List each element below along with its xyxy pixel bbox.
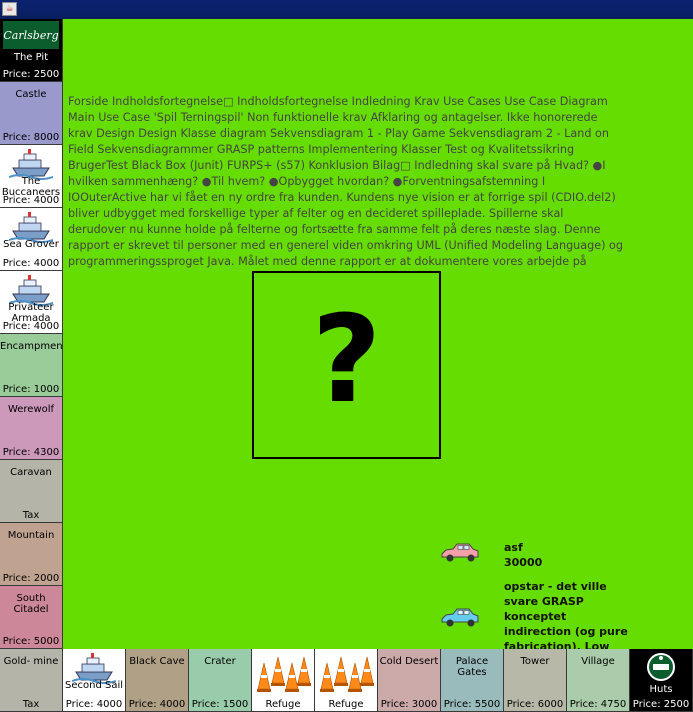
bottom-field-7[interactable]: Palace Gates Price: 5500 xyxy=(441,649,504,712)
bottom-field-8[interactable]: Tower Price: 6000 xyxy=(504,649,567,712)
field-price: Price: 4000 xyxy=(2,321,60,332)
field-name: Caravan xyxy=(10,467,52,478)
field-name: Second Sail xyxy=(64,680,123,691)
field-name: South Citadel xyxy=(13,593,49,615)
bottom-field-4[interactable]: Refuge xyxy=(252,649,315,712)
player-1-balance: 30000 xyxy=(504,556,543,569)
left-field-0[interactable]: Carlsberg The Pit Price: 2500 xyxy=(0,19,63,82)
field-name: Werewolf xyxy=(7,404,55,415)
field-name: Huts xyxy=(649,684,673,695)
field-price: Price: 4000 xyxy=(2,195,60,206)
field-name: Encampment xyxy=(0,341,63,352)
traffic-cones-icon xyxy=(254,653,312,696)
field-price: Price: 2000 xyxy=(2,573,60,584)
field-name: Palace Gates xyxy=(455,656,489,678)
tuborg-logo xyxy=(646,652,676,685)
field-price: Price: 4750 xyxy=(569,699,627,710)
description-text: Forside Indholdsfortegnelse□ Indholdsfor… xyxy=(68,95,623,268)
left-field-1[interactable]: Castle Price: 8000 xyxy=(0,82,63,145)
field-name: Cold Desert xyxy=(379,656,439,667)
bottom-field-10[interactable]: Huts Price: 2500 xyxy=(630,649,693,712)
bottom-field-0[interactable]: Gold- mine Tax xyxy=(0,649,63,712)
bottom-field-3[interactable]: Crater Price: 1500 xyxy=(189,649,252,712)
game-board: Forside Indholdsfortegnelse□ Indholdsfor… xyxy=(0,19,693,712)
left-field-5[interactable]: Encampment Price: 1000 xyxy=(0,334,63,397)
field-price: Price: 1500 xyxy=(191,699,249,710)
field-name: Village xyxy=(581,656,615,667)
left-field-6[interactable]: Werewolf Price: 4300 xyxy=(0,397,63,460)
field-name: Castle xyxy=(15,89,47,100)
field-price: Price: 5000 xyxy=(2,636,60,647)
field-price: Price: 8000 xyxy=(2,132,60,143)
field-price: Price: 2500 xyxy=(632,699,690,710)
field-name: Gold- mine xyxy=(3,656,59,667)
bottom-field-1[interactable]: Second Sail Price: 4000 xyxy=(63,649,126,712)
left-field-2[interactable]: The Buccaneers Price: 4000 xyxy=(0,145,63,208)
carlsberg-logo: Carlsberg xyxy=(3,21,59,52)
player-1-name: asf xyxy=(504,541,523,554)
left-field-3[interactable]: Sea Grover Price: 4000 xyxy=(0,208,63,271)
left-field-4[interactable]: Privateer Armada Price: 4000 xyxy=(0,271,63,334)
field-price: Price: 5500 xyxy=(443,699,501,710)
question-mark: ? xyxy=(311,291,382,430)
field-price: Price: 4300 xyxy=(2,447,60,458)
bottom-field-9[interactable]: Village Price: 4750 xyxy=(567,649,630,712)
java-icon[interactable]: ☕ xyxy=(2,2,17,16)
bottom-field-5[interactable]: Refuge xyxy=(315,649,378,712)
chance-card[interactable]: ? xyxy=(252,271,441,459)
field-name: The Pit xyxy=(13,52,49,63)
field-name: Refuge xyxy=(328,699,364,710)
traffic-cones-icon xyxy=(317,653,375,696)
field-price: Price: 4000 xyxy=(128,699,186,710)
field-price: Tax xyxy=(22,510,40,521)
field-name: Sea Grover xyxy=(3,239,59,250)
bottom-field-2[interactable]: Black Cave Price: 4000 xyxy=(126,649,189,712)
player-2-name: opstar - det ville svare GRASP konceptet… xyxy=(504,580,628,650)
left-field-8[interactable]: Mountain Price: 2000 xyxy=(0,523,63,586)
bottom-field-6[interactable]: Cold Desert Price: 3000 xyxy=(378,649,441,712)
svg-text:Carlsberg: Carlsberg xyxy=(3,29,58,42)
player-2-car-icon xyxy=(441,608,479,627)
field-name: Crater xyxy=(204,656,236,667)
field-price: Price: 4000 xyxy=(65,699,123,710)
field-name: Refuge xyxy=(265,699,301,710)
field-price: Price: 2500 xyxy=(2,69,60,80)
field-name: Mountain xyxy=(7,530,55,541)
left-field-9[interactable]: South Citadel Price: 5000 xyxy=(0,586,63,649)
player-2-info: opstar - det ville svare GRASP konceptet… xyxy=(504,577,630,650)
field-price: Tax xyxy=(22,699,40,710)
field-name: Black Cave xyxy=(129,656,185,667)
field-name: Tower xyxy=(520,656,550,667)
left-field-7[interactable]: Caravan Tax xyxy=(0,460,63,523)
field-price: Price: 4000 xyxy=(2,258,60,269)
title-bar: ☕ xyxy=(0,0,693,19)
player-1-info: asf 30000 xyxy=(504,540,542,570)
field-price: Price: 1000 xyxy=(2,384,60,395)
field-price: Price: 3000 xyxy=(380,699,438,710)
player-1-car-icon xyxy=(441,543,479,562)
field-price: Price: 6000 xyxy=(506,699,564,710)
